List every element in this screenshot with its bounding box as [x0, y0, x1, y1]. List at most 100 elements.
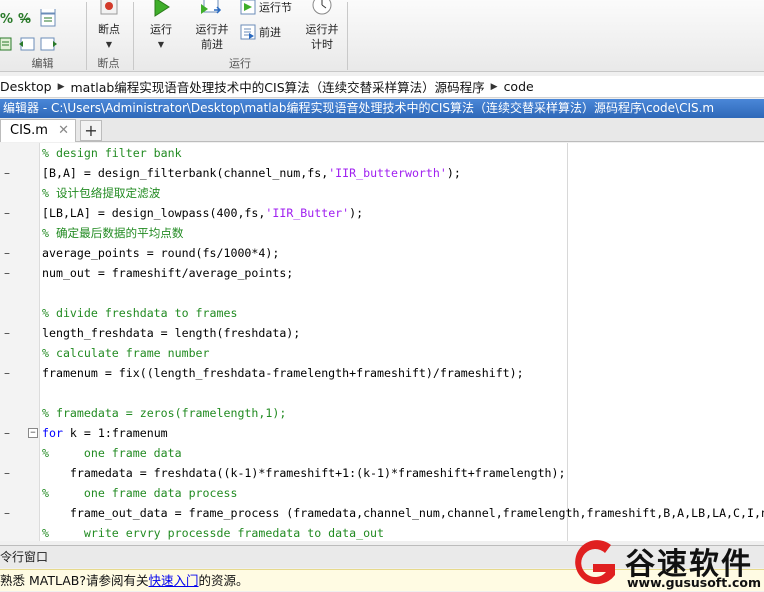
editor-tab-strip: CIS.m ✕ + [0, 118, 764, 142]
code-text: average_points = round(fs/1000*4); [42, 243, 279, 263]
code-keyword: for [42, 426, 63, 440]
current-folder-bar[interactable]: Desktop ▶ matlab编程实现语音处理技术中的CIS算法（连续交替采样… [0, 76, 764, 98]
run-and-time-button[interactable]: 运行并 计时 [300, 0, 344, 52]
breadcrumb-folder[interactable]: matlab编程实现语音处理技术中的CIS算法（连续交替采样算法）源码程序 [70, 77, 484, 96]
outdent-icon[interactable] [40, 36, 58, 56]
run-group: 运行 ▼ 运行并 前进 运行节 前进 运行并 计时 运行 [134, 0, 346, 72]
run-and-advance-button[interactable]: 运行并 前进 [190, 0, 234, 52]
code-token: frame_out_data = frame_process (framedat… [42, 506, 764, 520]
add-tab-button[interactable]: + [80, 120, 102, 141]
code-text: % divide freshdata to frames [42, 303, 237, 323]
breakpoints-group-label: 断点 [97, 57, 120, 70]
chevron-down-icon: ▼ [105, 40, 113, 49]
code-line[interactable]: % one frame data [0, 443, 764, 463]
code-text: framedata = freshdata((k-1)*frameshift+1… [42, 463, 566, 483]
executable-line-marker[interactable]: – [4, 363, 14, 383]
run-icon [154, 0, 170, 17]
code-comment: % design filter bank [42, 146, 182, 160]
code-line[interactable]: – − for k = 1:framenum [0, 423, 764, 443]
gususoft-logo-icon [575, 540, 615, 585]
code-line[interactable]: % calculate frame number [0, 343, 764, 363]
code-text: % framedata = zeros(framelength,1); [42, 403, 286, 423]
close-icon[interactable]: ✕ [58, 120, 69, 142]
uncomment-icon[interactable]: %̶ [18, 12, 31, 27]
code-comment: % 确定最后数据的平均点数 [42, 226, 184, 240]
code-line[interactable]: – [B,A] = design_filterbank(channel_num,f… [0, 163, 764, 183]
code-token: length_freshdata = length(freshdata); [42, 326, 301, 340]
code-text: % 设计包络提取定滤波 [42, 183, 160, 203]
code-text: frame_out_data = frame_process (framedat… [42, 503, 764, 523]
tab-cis-m[interactable]: CIS.m ✕ [0, 119, 76, 142]
code-editor[interactable]: % design filter bank – [B,A] = design_filt… [0, 143, 764, 541]
code-line[interactable]: % one frame data process [0, 483, 764, 503]
code-line[interactable]: – num_out = frameshift/average_points; [0, 263, 764, 283]
chevron-down-icon: ▼ [157, 40, 165, 49]
code-text: % 确定最后数据的平均点数 [42, 223, 184, 243]
code-line[interactable]: – [LB,LA] = design_lowpass(400,fs,'IIR_Bu… [0, 203, 764, 223]
getting-started-link[interactable]: 快速入门 [149, 573, 199, 588]
advance-button[interactable]: 前进 [240, 23, 281, 41]
watermark: 谷速软件 www.gususoft.com [565, 537, 764, 591]
code-line[interactable]: % 确定最后数据的平均点数 [0, 223, 764, 243]
percent-comment-icon[interactable]: % [0, 12, 13, 27]
code-string: 'IIR_butterworth' [328, 166, 447, 180]
code-line[interactable]: % framedata = zeros(framelength,1); [0, 403, 764, 423]
code-text: % calculate frame number [42, 343, 210, 363]
edit-extra-icon[interactable] [40, 0, 58, 19]
code-line[interactable]: % divide freshdata to frames [0, 303, 764, 323]
toolstrip: % %̶ 编辑 断点 ▼ 断点 运行 ▼ 运行并 前进 运行节 前进 运行并 计… [0, 0, 764, 72]
smart-indent-icon[interactable] [0, 36, 12, 56]
group-divider [347, 2, 348, 70]
executable-line-marker[interactable]: – [4, 463, 14, 483]
run-section-button[interactable]: 运行节 [240, 0, 292, 16]
executable-line-marker[interactable]: – [4, 423, 14, 443]
code-line[interactable]: % design filter bank [0, 143, 764, 163]
breakpoints-group: 断点 ▼ 断点 [87, 0, 130, 72]
breadcrumb-arrow-icon: ▶ [57, 81, 65, 92]
code-token: num_out = frameshift/average_points; [42, 266, 294, 280]
code-comment: % one frame data process [42, 486, 238, 500]
code-comment: % framedata = zeros(framelength,1); [42, 406, 287, 420]
executable-line-marker[interactable]: – [4, 243, 14, 263]
code-line[interactable]: – frame_out_data = frame_process (framed… [0, 503, 764, 523]
executable-line-marker[interactable]: – [4, 323, 14, 343]
code-token: ); [349, 206, 364, 220]
code-text: % design filter bank [42, 143, 182, 163]
code-text: [B,A] = design_filterbank(channel_num,fs… [42, 163, 461, 183]
breakpoints-button[interactable]: 断点 ▼ [91, 0, 127, 52]
run-group-label: 运行 [229, 57, 251, 70]
executable-line-marker[interactable]: – [4, 263, 14, 283]
code-line[interactable]: – framenum = fix((length_freshdata-framel… [0, 363, 764, 383]
code-line[interactable]: % 设计包络提取定滤波 [0, 183, 764, 203]
executable-line-marker[interactable]: – [4, 203, 14, 223]
breadcrumb-desktop[interactable]: Desktop [0, 79, 52, 94]
breadcrumb-code[interactable]: code [504, 79, 534, 94]
run-section-icon [240, 0, 256, 15]
code-line[interactable]: – length_freshdata = length(freshdata); [0, 323, 764, 343]
code-line[interactable]: – average_points = round(fs/1000*4); [0, 243, 764, 263]
indent-icon[interactable] [18, 36, 36, 56]
code-text: length_freshdata = length(freshdata); [42, 323, 300, 343]
code-token: framedata = freshdata((k-1)*frameshift+1… [42, 466, 566, 480]
code-line[interactable] [0, 383, 764, 403]
code-line[interactable]: – framedata = freshdata((k-1)*frameshift… [0, 463, 764, 483]
watermark-url: www.gususoft.com [627, 575, 761, 590]
run-and-time-icon [312, 0, 332, 15]
code-token: ); [446, 166, 461, 180]
code-token: [LB,LA] = design_lowpass(400,fs, [42, 206, 266, 220]
code-comment: % 设计包络提取定滤波 [42, 186, 161, 200]
executable-line-marker[interactable]: – [4, 503, 14, 523]
fold-toggle-icon[interactable]: − [28, 428, 38, 438]
executable-line-marker[interactable]: – [4, 163, 14, 183]
edit-group: % %̶ 编辑 [0, 0, 85, 72]
code-line[interactable] [0, 283, 764, 303]
code-text: [LB,LA] = design_lowpass(400,fs,'IIR_But… [42, 203, 363, 223]
code-token: average_points = round(fs/1000*4); [42, 246, 280, 260]
code-string: 'IIR_Butter' [265, 206, 350, 220]
code-comment: % divide freshdata to frames [42, 306, 238, 320]
code-comment: % write ervry processde framedata to dat… [42, 526, 385, 540]
run-button[interactable]: 运行 ▼ [142, 0, 180, 52]
code-text: % one frame data process [42, 483, 237, 503]
breadcrumb-arrow-icon: ▶ [490, 81, 498, 92]
edit-group-label: 编辑 [31, 57, 54, 70]
